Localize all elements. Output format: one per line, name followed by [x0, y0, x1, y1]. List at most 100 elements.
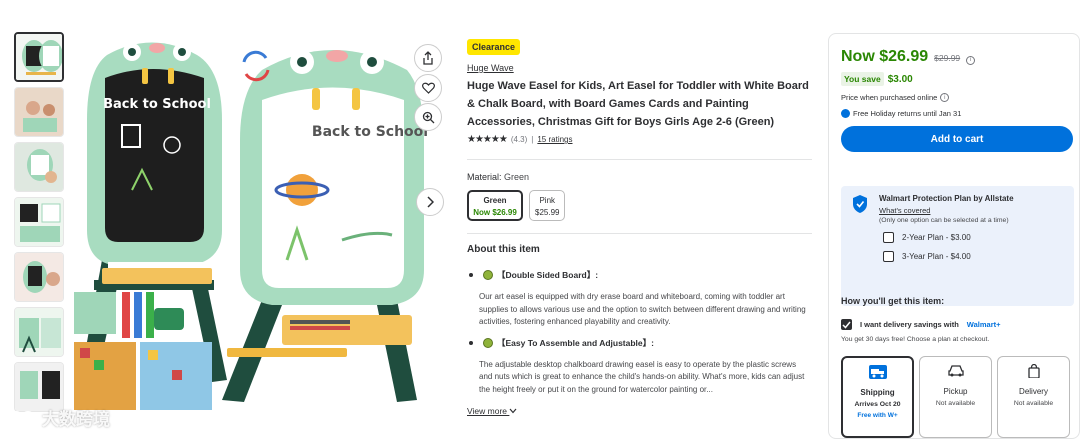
price-row: Now $26.99 $29.99 i: [841, 48, 1067, 66]
thumbnail[interactable]: [14, 307, 64, 357]
shipping-option[interactable]: Shipping Arrives Oct 20 Free with W+: [841, 356, 914, 438]
walmart-plus-free: Free with W+: [857, 412, 898, 419]
plan-title: Walmart Protection Plan by Allstate: [879, 194, 1014, 203]
divider: [467, 159, 812, 160]
delivery-option[interactable]: Delivery Not available: [997, 356, 1070, 438]
thumbnail[interactable]: [14, 87, 64, 137]
now-price: Now $26.99: [841, 48, 929, 65]
product-info: Clearance Huge Wave Huge Wave Easel for …: [467, 37, 812, 416]
watermark: 大数跨境: [8, 405, 110, 430]
price-note: Price when purchased online: [841, 93, 938, 102]
accessories: [74, 292, 212, 410]
melon-emoji-icon: [483, 337, 493, 348]
thumbnail-list: [14, 32, 66, 417]
savings-row: You save $3.00: [841, 72, 1067, 86]
you-save-label: You save: [841, 72, 884, 86]
divider: [467, 233, 812, 234]
zoom-icon[interactable]: [414, 103, 442, 131]
thumbnail[interactable]: [14, 32, 64, 82]
rating-separator: |: [531, 135, 534, 144]
feature-bullet: 【Double Sided Board】:: [467, 269, 812, 281]
view-more-link[interactable]: View more: [467, 406, 812, 416]
plan-option-2yr[interactable]: 2-Year Plan - $3.00: [883, 232, 1064, 243]
returns-text: Free Holiday returns until Jan 31: [853, 109, 962, 118]
variant-selector: Green Now $26.99 Pink $25.99: [467, 190, 812, 221]
share-icon[interactable]: [414, 44, 442, 72]
watermark-text: 大数跨境: [42, 410, 110, 429]
chalk-text: Back to School: [103, 97, 211, 112]
whiteboard-easel: Back to School: [222, 50, 428, 402]
feature-title: 【Easy To Assemble and Adjustable】:: [497, 337, 654, 348]
rating-value: (4.3): [510, 135, 528, 144]
feature-text: Our art easel is equipped with dry erase…: [479, 292, 806, 326]
bullet-dot: [469, 273, 473, 277]
add-to-cart-button[interactable]: Add to cart: [841, 126, 1073, 152]
feature-title: 【Double Sided Board】:: [497, 270, 599, 280]
info-icon[interactable]: i: [940, 93, 950, 102]
view-more-label: View more: [467, 406, 507, 416]
fulfillment-options: Shipping Arrives Oct 20 Free with W+ Pic…: [841, 356, 1070, 438]
returns-line: Free Holiday returns until Jan 31: [841, 109, 1067, 118]
whats-covered-link[interactable]: What's covered: [879, 206, 1014, 215]
chevron-down-icon: [509, 408, 517, 414]
watermark-logo-icon: [9, 410, 35, 425]
buy-box: Now $26.99 $29.99 i You save $3.00 Price…: [828, 33, 1080, 439]
feature-text: The adjustable desktop chalkboard drawin…: [479, 359, 805, 394]
brand-link[interactable]: Huge Wave: [467, 63, 812, 73]
material-value: Green: [504, 172, 530, 182]
you-save-amount: $3.00: [887, 73, 913, 85]
marker-text: Back to School: [312, 124, 428, 140]
bullet-dot: [469, 340, 473, 345]
variant-green[interactable]: Green Now $26.99: [467, 190, 523, 221]
car-icon: [947, 365, 964, 377]
thumbnail[interactable]: [14, 197, 64, 247]
plan-option-label: 2-Year Plan - $3.00: [902, 233, 971, 242]
fulfillment-name: Shipping: [860, 388, 895, 397]
star-rating-icon: ★★★★★: [467, 134, 508, 145]
shield-icon: [853, 195, 867, 213]
pickup-option[interactable]: Pickup Not available: [919, 356, 992, 438]
returns-icon: [841, 109, 850, 118]
variant-price: $25.99: [535, 208, 560, 217]
clearance-badge: Clearance: [467, 39, 521, 55]
plan-option-label: 3-Year Plan - $4.00: [902, 252, 971, 261]
fulfillment-status: Arrives Oct 20: [854, 401, 901, 408]
price-when-purchased: Price when purchased online i: [841, 93, 1067, 102]
protection-plan: Walmart Protection Plan by Allstate What…: [841, 186, 1074, 306]
plan-header: Walmart Protection Plan by Allstate What…: [851, 194, 1064, 224]
checkmark-icon: [842, 321, 851, 329]
checkbox[interactable]: [883, 251, 894, 262]
thumbnail[interactable]: [14, 252, 64, 302]
ratings-count-link[interactable]: 15 ratings: [537, 135, 572, 144]
variant-name: Pink: [539, 196, 556, 205]
checkbox[interactable]: [883, 232, 894, 243]
how-get-title: How you'll get this item:: [841, 296, 945, 306]
info-icon[interactable]: i: [966, 55, 976, 65]
delivery-savings-row[interactable]: I want delivery savings with Walmart+: [841, 319, 1001, 330]
bag-icon: [1027, 363, 1040, 379]
fulfillment-name: Delivery: [1019, 387, 1048, 396]
delivery-savings-text: I want delivery savings with: [860, 320, 959, 329]
material-label: Material: Green: [467, 172, 812, 182]
variant-pink[interactable]: Pink $25.99: [529, 190, 566, 221]
heart-icon[interactable]: [414, 74, 442, 102]
plan-note: (Only one option can be selected at a ti…: [879, 217, 1009, 224]
variant-price: Now $26.99: [473, 208, 517, 217]
next-image-chevron-icon[interactable]: [416, 188, 444, 216]
product-title: Huge Wave Easel for Kids, Art Easel for …: [467, 80, 809, 128]
about-title: About this item: [467, 244, 540, 255]
delivery-note: You get 30 days free! Choose a plan at c…: [841, 336, 990, 343]
main-product-image: Back to School Back to School: [72, 30, 444, 410]
fulfillment-name: Pickup: [943, 387, 968, 396]
melon-emoji-icon: [483, 270, 493, 280]
fulfillment-status: Not available: [1013, 400, 1054, 407]
rating-row: ★★★★★ (4.3) | 15 ratings: [467, 134, 812, 145]
walmart-plus-logo: Walmart+: [966, 320, 1001, 329]
thumbnail[interactable]: [14, 142, 64, 192]
material-key: Material:: [467, 172, 502, 182]
checked-checkbox[interactable]: [841, 319, 852, 330]
was-price: $29.99: [934, 53, 961, 63]
plan-option-3yr[interactable]: 3-Year Plan - $4.00: [883, 251, 1064, 262]
rotate-360-icon[interactable]: [242, 50, 270, 82]
feature-bullet: 【Easy To Assemble and Adjustable】:: [467, 337, 812, 349]
